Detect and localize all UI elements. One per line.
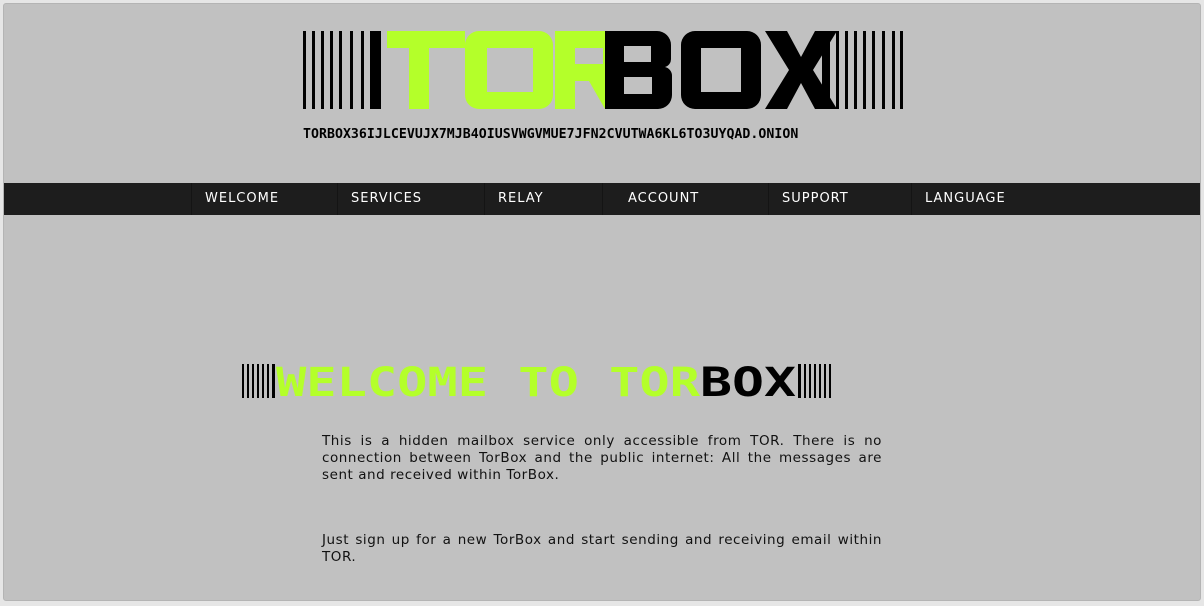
heading-barcode-right (798, 364, 831, 398)
welcome-heading: WELCOME TO TOR BOX (242, 360, 832, 406)
heading-dark-text: BOX (700, 361, 796, 401)
intro-paragraph: This is a hidden mailbox service only ac… (322, 433, 882, 483)
nav-item-services[interactable]: SERVICES (337, 183, 484, 215)
torbox-logo[interactable] (303, 26, 903, 110)
logo-barcode-left (303, 31, 381, 109)
onion-address: TORBOX36IJLCEVUJX7MJB4OIUSVWGVMUE7JFN2CV… (303, 127, 799, 142)
heading-barcode-left (242, 364, 275, 398)
logo-tor-letters (387, 31, 629, 109)
nav-item-welcome[interactable]: WELCOME (191, 183, 337, 215)
main-navigation: WELCOME SERVICES RELAY ACCOUNT SUPPORT L… (4, 183, 1200, 215)
signup-paragraph: Just sign up for a new TorBox and start … (322, 532, 882, 565)
heading-accent-text: WELCOME TO TOR (276, 361, 701, 401)
nav-item-account[interactable]: ACCOUNT (602, 183, 768, 215)
logo-barcode-right (822, 31, 903, 109)
nav-item-relay[interactable]: RELAY (484, 183, 602, 215)
page-frame: TORBOX36IJLCEVUJX7MJB4OIUSVWGVMUE7JFN2CV… (3, 3, 1201, 601)
nav-item-language[interactable]: LANGUAGE (911, 183, 1051, 215)
nav-item-support[interactable]: SUPPORT (768, 183, 911, 215)
logo-box-letters (605, 31, 837, 109)
